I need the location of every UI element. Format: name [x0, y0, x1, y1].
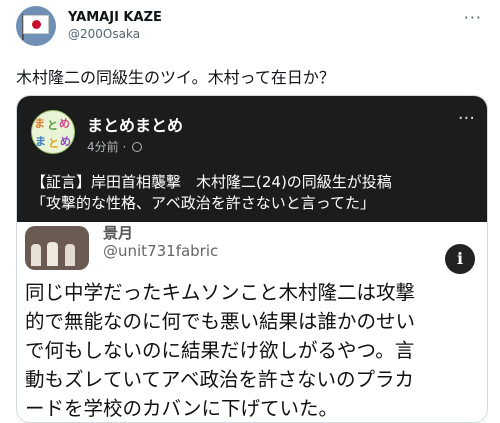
info-icon: i: [445, 244, 475, 274]
channel-name: まとめまとめ: [87, 116, 184, 135]
more-options-icon: ···: [457, 108, 475, 129]
tweet-text: 木村隆二の同級生のツイ。木村って在日か？: [16, 68, 335, 87]
body-line: 的で無能なのに何でも悪い結果は誰かのせい: [25, 310, 416, 333]
inner-author-name: 景月: [103, 224, 134, 242]
inner-author-handle: @unit731fabric: [103, 242, 219, 260]
body-line: 動もズレていてアベ政治を許さないのプラカ: [25, 368, 415, 391]
post-time: 4分前 ·: [87, 138, 143, 155]
avatar-char: と: [48, 137, 59, 150]
author-name[interactable]: YAMAJI KAZE: [68, 10, 162, 25]
avatar-char: め: [59, 117, 70, 130]
inner-tweet-body: 同じ中学だったキムソンこと木村隆二は攻撃 的で無能なのに何でも悪い結果は誰かのせ…: [25, 278, 485, 422]
inner-tweet: 景月 @unit731fabric i 同じ中学だったキムソンこと木村隆二は攻撃…: [17, 222, 487, 422]
body-line: ードを学校のカバンに下げていた。: [25, 397, 338, 420]
more-options-icon[interactable]: ···: [464, 8, 482, 27]
author-handle[interactable]: @200Osaka: [68, 27, 140, 41]
embedded-post-header: ま と め ま と め まとめまとめ 4分前 · ··· 【証言】岸田首相襲撃 …: [17, 96, 487, 222]
avatar-char: と: [47, 119, 58, 132]
headline-line: 「攻撃的な性格、アベ政治を許さないと言ってた」: [31, 194, 375, 212]
headline: 【証言】岸田首相襲撃 木村隆二(24)の同級生が投稿 「攻撃的な性格、アベ政治を…: [31, 172, 392, 214]
avatar-char: ま: [35, 135, 46, 148]
tweet-header: YAMAJI KAZE @200Osaka ···: [16, 6, 486, 54]
channel-avatar: ま と め ま と め: [31, 110, 75, 154]
headline-line: 【証言】岸田首相襲撃 木村隆二(24)の同級生が投稿: [31, 173, 392, 191]
avatar-char: ま: [34, 117, 45, 130]
embedded-screenshot[interactable]: ま と め ま と め まとめまとめ 4分前 · ··· 【証言】岸田首相襲撃 …: [16, 95, 488, 423]
inner-avatar: [25, 226, 89, 270]
japan-flag-icon: [23, 15, 49, 34]
post-time-text: 4分前 ·: [87, 140, 127, 154]
body-line: で何もしないのに結果だけ欲しがるやつ。言: [25, 339, 415, 362]
author-avatar[interactable]: [16, 6, 56, 46]
body-line: 同じ中学だったキムソンこと木村隆二は攻撃: [25, 281, 416, 304]
avatar-char: め: [60, 135, 71, 148]
globe-icon: [132, 142, 143, 152]
